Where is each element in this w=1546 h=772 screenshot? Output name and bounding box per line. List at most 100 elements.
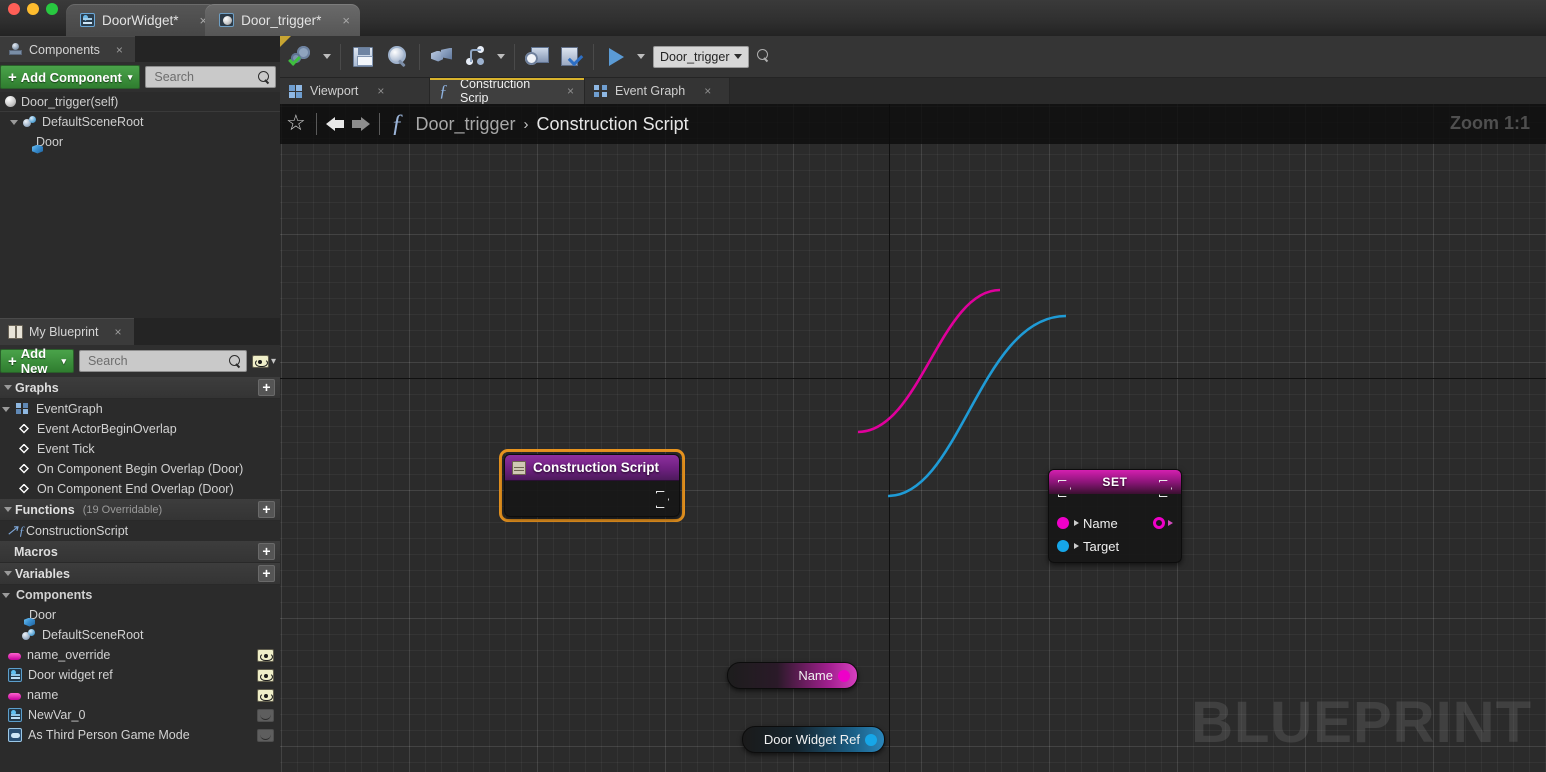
graph-item-on-component-end-overlap[interactable]: On Component End Overlap (Door) xyxy=(0,479,280,499)
input-pin-target[interactable] xyxy=(1057,540,1069,552)
tab-components[interactable]: Components × xyxy=(0,36,135,62)
class-defaults-icon[interactable] xyxy=(558,44,584,70)
find-in-blueprint-icon[interactable] xyxy=(384,44,410,70)
left-panel-column: Components × + Add Component ▾ Search Do… xyxy=(0,36,280,772)
add-new-button[interactable]: + Add New ▾ xyxy=(0,346,74,376)
eye-icon[interactable] xyxy=(257,648,274,662)
play-icon[interactable] xyxy=(603,44,629,70)
function-item-constructionscript[interactable]: ↗ƒ ConstructionScript xyxy=(0,521,280,541)
expander-icon[interactable] xyxy=(2,592,10,598)
breadcrumb-current[interactable]: Construction Script xyxy=(537,114,689,135)
close-icon[interactable]: × xyxy=(114,325,121,339)
visibility-filter-button[interactable]: ▾ xyxy=(251,354,276,368)
graph-item-event-actorbeginoverlap[interactable]: Event ActorBeginOverlap xyxy=(0,419,280,439)
expander-icon[interactable] xyxy=(4,571,12,576)
variables-group-components[interactable]: Components xyxy=(0,585,280,605)
variable-row-as-third-person-game-mode[interactable]: As Third Person Game Mode xyxy=(0,725,280,745)
tab-event-graph[interactable]: Event Graph × xyxy=(585,78,730,104)
window-tab-door-trigger[interactable]: Door_trigger* × xyxy=(205,4,361,36)
node-set-name[interactable]: SET Name Target xyxy=(1048,469,1182,563)
play-options-chevron-down-icon[interactable] xyxy=(637,54,645,59)
search-icon[interactable] xyxy=(757,49,772,64)
compile-options-chevron-down-icon[interactable] xyxy=(323,54,331,59)
component-row-defaultsceneroot[interactable]: DefaultSceneRoot xyxy=(0,112,280,132)
my-blueprint-panel: My Blueprint × + Add New ▾ Search ▾ Grap… xyxy=(0,318,280,772)
variable-row-defaultsceneroot[interactable]: DefaultSceneRoot xyxy=(0,625,280,645)
close-icon[interactable]: × xyxy=(704,84,711,98)
toolbar-group-settings xyxy=(515,36,593,78)
tab-viewport[interactable]: Viewport × xyxy=(280,78,430,104)
section-variables[interactable]: Variables + xyxy=(0,563,280,585)
viewport-icon[interactable] xyxy=(429,44,455,70)
blueprint-graph-canvas[interactable]: BLUEPRINT Construction Script SET Name T… xyxy=(280,104,1546,772)
debug-object-combo[interactable]: Door_trigger xyxy=(653,45,750,68)
variable-label: NewVar_0 xyxy=(28,708,86,722)
node-get-door-widget-ref[interactable]: Door Widget Ref xyxy=(742,726,885,753)
minimize-window-button[interactable] xyxy=(27,3,39,15)
chevron-down-icon[interactable]: ▾ xyxy=(271,356,276,367)
close-icon[interactable]: × xyxy=(377,84,384,98)
variable-row-newvar-0[interactable]: NewVar_0 xyxy=(0,705,280,725)
save-icon[interactable] xyxy=(353,46,373,67)
expander-icon[interactable] xyxy=(4,385,12,390)
node-construction-script[interactable]: Construction Script xyxy=(499,449,685,522)
eye-icon[interactable] xyxy=(257,668,274,682)
window-controls[interactable] xyxy=(8,3,58,15)
output-pin-name[interactable] xyxy=(1153,517,1165,529)
component-row-door[interactable]: Door xyxy=(0,132,280,152)
section-graphs[interactable]: Graphs + xyxy=(0,377,280,399)
exec-input-pin[interactable] xyxy=(1058,480,1071,495)
close-window-button[interactable] xyxy=(8,3,20,15)
exec-output-pin[interactable] xyxy=(1159,480,1172,495)
variable-row-name-override[interactable]: name_override xyxy=(0,645,280,665)
blueprint-props-icon[interactable] xyxy=(463,44,489,70)
node-get-name[interactable]: Name xyxy=(727,662,858,689)
class-settings-icon[interactable] xyxy=(524,44,550,70)
breadcrumb-root[interactable]: Door_trigger xyxy=(416,114,516,135)
forward-arrow-icon[interactable] xyxy=(348,114,370,134)
eye-icon[interactable] xyxy=(257,708,274,722)
section-macros[interactable]: Macros + xyxy=(0,541,280,563)
add-macro-button[interactable]: + xyxy=(258,543,275,560)
variable-row-name[interactable]: name xyxy=(0,685,280,705)
output-pin-name[interactable] xyxy=(838,669,850,682)
graph-item-eventgraph[interactable]: EventGraph xyxy=(0,399,280,419)
input-pin-name[interactable] xyxy=(1057,517,1069,529)
components-search-input[interactable]: Search xyxy=(145,66,276,88)
favorite-star-icon[interactable] xyxy=(286,110,307,136)
close-icon[interactable]: × xyxy=(342,13,350,28)
eye-icon[interactable] xyxy=(257,688,274,702)
group-label: Components xyxy=(16,588,93,602)
close-icon[interactable]: × xyxy=(116,43,123,57)
expander-icon[interactable] xyxy=(10,119,18,125)
graph-item-on-component-begin-overlap[interactable]: On Component Begin Overlap (Door) xyxy=(0,459,280,479)
toolbar-group-play: Door_trigger xyxy=(594,36,781,78)
add-graph-button[interactable]: + xyxy=(258,379,275,396)
add-variable-button[interactable]: + xyxy=(258,565,275,582)
blueprint-props-chevron-down-icon[interactable] xyxy=(497,54,505,59)
graph-item-event-tick[interactable]: Event Tick xyxy=(0,439,280,459)
exec-output-pin[interactable] xyxy=(656,491,669,506)
add-component-button[interactable]: + Add Component ▾ xyxy=(0,65,141,89)
section-functions[interactable]: Functions (19 Overridable) + xyxy=(0,499,280,521)
my-blueprint-search-input[interactable]: Search xyxy=(78,350,247,372)
component-row-self[interactable]: Door_trigger(self) xyxy=(0,92,280,112)
window-tab-doorwidget[interactable]: DoorWidget* × xyxy=(66,4,218,36)
variable-row-door[interactable]: Door xyxy=(0,605,280,625)
back-arrow-icon[interactable] xyxy=(326,114,348,134)
tab-my-blueprint[interactable]: My Blueprint × xyxy=(0,318,134,345)
node-body: Construction Script xyxy=(504,454,680,517)
maximize-window-button[interactable] xyxy=(46,3,58,15)
close-icon[interactable]: × xyxy=(567,84,574,98)
expander-icon[interactable] xyxy=(2,406,10,412)
eye-icon[interactable] xyxy=(251,354,269,368)
compile-icon[interactable] xyxy=(288,44,315,70)
eye-icon[interactable] xyxy=(257,728,274,742)
expander-icon[interactable] xyxy=(4,507,12,512)
variable-row-door-widget-ref[interactable]: Door widget ref xyxy=(0,665,280,685)
add-function-button[interactable]: + xyxy=(258,501,275,518)
output-pin-door-widget-ref[interactable] xyxy=(865,733,877,746)
node-header: Construction Script xyxy=(505,455,679,481)
section-label: Macros xyxy=(14,544,58,559)
tab-construction-script[interactable]: ƒ Construction Scrip × xyxy=(430,77,585,105)
